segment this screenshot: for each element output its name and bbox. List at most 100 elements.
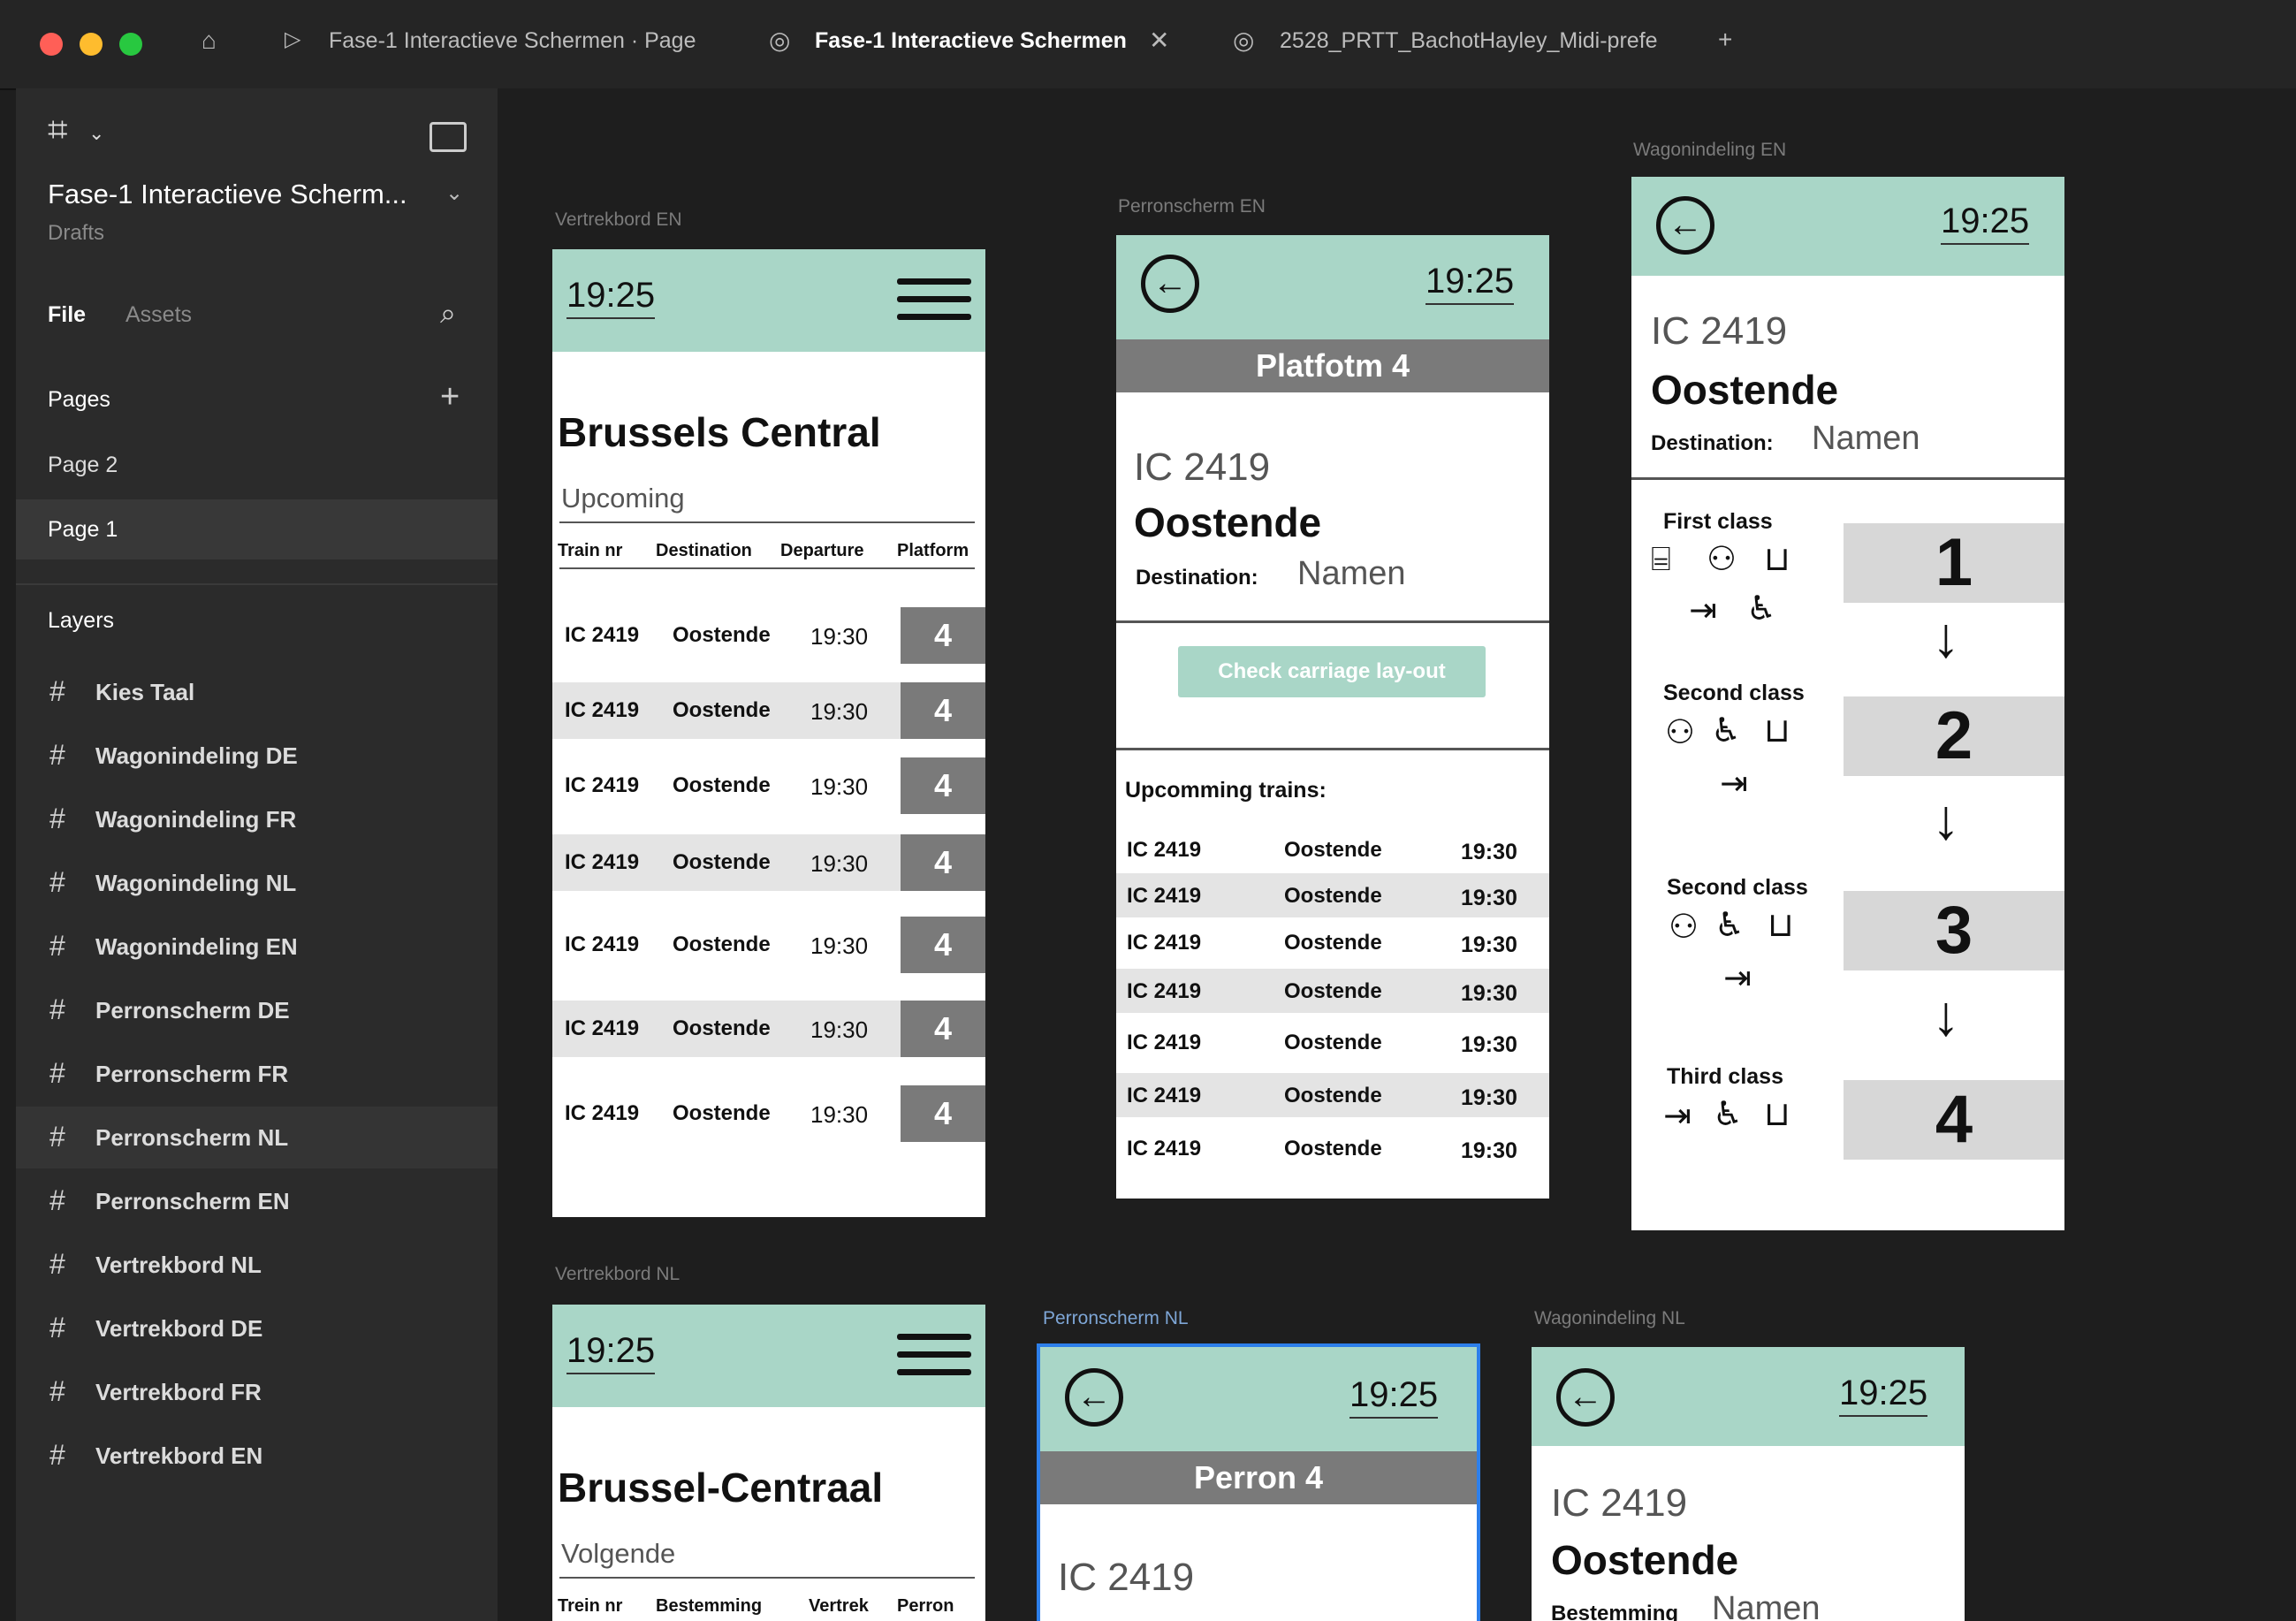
home-icon[interactable]: ⌂ (201, 27, 217, 55)
frame-label[interactable]: Wagonindeling EN (1633, 140, 1786, 161)
table-row[interactable]: IC 2419 Oostende 19:30 (1116, 1126, 1549, 1170)
frame-wagonindeling-nl[interactable]: ← 19:25 IC 2419 Oostende Bestemming Name… (1532, 1347, 1965, 1621)
train-number: IC 2419 (565, 773, 640, 797)
table-row[interactable]: IC 2419 Oostende 19:30 4 (552, 682, 985, 739)
column-header: Platform (897, 541, 969, 560)
play-icon[interactable]: ▷ (285, 27, 300, 52)
search-icon[interactable]: ⌕ (440, 297, 456, 331)
bed-icon: ⌸ (1651, 541, 1671, 578)
wagon-number: 4 (1844, 1080, 2064, 1160)
tab-other-file[interactable]: 2528_PRTT_BachotHayley_Midi-prefe (1280, 28, 1658, 54)
frame-vertrekbord-nl[interactable]: 19:25 Brussel-Centraal Volgende Trein nr… (552, 1305, 985, 1621)
close-tab-icon[interactable]: ✕ (1149, 26, 1169, 55)
table-row[interactable]: IC 2419 Oostende 19:30 4 (552, 607, 985, 664)
table-row[interactable]: IC 2419 Oostende 19:30 4 (552, 834, 985, 891)
destination: Oostende (673, 1101, 771, 1125)
layer-item-selected[interactable]: # Perronscherm NL (16, 1107, 498, 1168)
exit-door-icon: ⇥ (1689, 592, 1717, 629)
upcoming-heading: Upcomming trains: (1125, 778, 1327, 803)
station-name: Brussels Central (558, 409, 881, 455)
layer-item[interactable]: # Vertrekbord FR (16, 1361, 498, 1423)
frame-label[interactable]: Perronscherm EN (1118, 196, 1266, 217)
file-name[interactable]: Fase-1 Interactieve Scherm... (48, 179, 407, 210)
divider (559, 521, 975, 523)
frame-wagonindeling-en[interactable]: ← 19:25 IC 2419 Oostende Destination: Na… (1631, 177, 2064, 1230)
back-arrow-icon[interactable]: ← (1141, 255, 1199, 313)
train-number: IC 2419 (565, 932, 640, 956)
frame-perronscherm-nl[interactable]: ← 19:25 Perron 4 IC 2419 (1037, 1343, 1480, 1621)
close-window-button[interactable] (40, 33, 63, 56)
back-arrow-icon[interactable]: ← (1656, 196, 1714, 255)
menu-icon[interactable] (897, 278, 971, 331)
add-tab-icon[interactable]: + (1718, 26, 1732, 54)
layer-item[interactable]: # Wagonindeling DE (16, 725, 498, 787)
frame-vertrekbord-en[interactable]: 19:25 Brussels Central Upcoming Train nr… (552, 249, 985, 1217)
table-row[interactable]: IC 2419 Oostende 19:30 4 (552, 757, 985, 814)
tab-active-file[interactable]: Fase-1 Interactieve Schermen (815, 28, 1127, 54)
minimize-window-button[interactable] (80, 33, 103, 56)
layers-heading: Layers (48, 608, 115, 633)
frame-label[interactable]: Vertrekbord EN (555, 209, 682, 231)
frame-perronscherm-en[interactable]: ← 19:25 Platfotm 4 IC 2419 Oostende Dest… (1116, 235, 1549, 1199)
frame-label[interactable]: Wagonindeling NL (1534, 1308, 1685, 1329)
toilet-icon: ⊔ (1764, 541, 1790, 578)
layer-item[interactable]: # Wagonindeling FR (16, 788, 498, 850)
layer-item[interactable]: # Vertrekbord NL (16, 1234, 498, 1296)
file-menu-chevron-icon[interactable]: ⌄ (445, 180, 463, 206)
table-row[interactable]: IC 2419 Oostende 19:30 4 (552, 1001, 985, 1057)
layer-label: Wagonindeling EN (95, 933, 298, 960)
destination: Oostende (1284, 979, 1382, 1003)
page-item-selected[interactable]: Page 1 (16, 499, 498, 559)
table-row[interactable]: IC 2419 Oostende 19:30 (1116, 969, 1549, 1013)
table-row[interactable]: IC 2419 Oostende 19:30 4 (552, 1085, 985, 1142)
table-row[interactable]: IC 2419 Oostende 19:30 (1116, 1020, 1549, 1064)
train-number: IC 2419 (1134, 445, 1271, 489)
table-row[interactable]: IC 2419 Oostende 19:30 (1116, 920, 1549, 964)
page-item[interactable]: Page 2 (48, 453, 118, 478)
divider (1116, 620, 1549, 623)
frame-header: ← 19:25 (1040, 1347, 1477, 1451)
chevron-down-icon[interactable]: ⌄ (88, 122, 104, 145)
clock: 19:25 (1425, 262, 1515, 305)
check-carriage-button[interactable]: Check carriage lay-out (1178, 646, 1486, 697)
layer-item[interactable]: # Wagonindeling NL (16, 852, 498, 914)
departure-time: 19:30 (1461, 886, 1517, 910)
table-row[interactable]: IC 2419 Oostende 19:30 4 (552, 917, 985, 973)
tab-file[interactable]: File (48, 302, 86, 328)
table-row[interactable]: IC 2419 Oostende 19:30 (1116, 827, 1549, 871)
layer-item[interactable]: # Perronscherm DE (16, 979, 498, 1041)
maximize-window-button[interactable] (119, 33, 142, 56)
divider (16, 583, 498, 585)
frame-label[interactable]: Vertrekbord NL (555, 1264, 680, 1285)
layer-label: Perronscherm DE (95, 997, 290, 1024)
tab-assets[interactable]: Assets (125, 302, 192, 328)
frame-icon: # (49, 739, 65, 771)
layer-item[interactable]: # Vertrekbord EN (16, 1425, 498, 1487)
platform-badge: 4 (901, 834, 985, 891)
destination-value: Namen (1812, 420, 1920, 457)
departure-time: 19:30 (810, 623, 869, 650)
figma-menu-icon[interactable]: ⌗ (48, 110, 68, 150)
tab-page[interactable]: Fase-1 Interactieve Schermen · Page (329, 28, 696, 54)
back-arrow-icon[interactable]: ← (1556, 1368, 1615, 1427)
toggle-panel-icon[interactable] (430, 122, 467, 152)
menu-icon[interactable] (897, 1334, 971, 1387)
table-row[interactable]: IC 2419 Oostende 19:30 (1116, 1073, 1549, 1117)
design-canvas[interactable]: Vertrekbord EN 19:25 Brussels Central Up… (498, 88, 2296, 1621)
layer-item[interactable]: # Perronscherm FR (16, 1043, 498, 1105)
table-row[interactable]: IC 2419 Oostende 19:30 (1116, 873, 1549, 917)
exit-door-icon: ⇥ (1723, 960, 1752, 997)
destination: Oostende (1284, 1031, 1382, 1054)
layer-item[interactable]: # Vertrekbord DE (16, 1298, 498, 1359)
layer-item[interactable]: # Perronscherm EN (16, 1170, 498, 1232)
train-number: IC 2419 (1127, 884, 1202, 908)
platform-badge: 4 (901, 917, 985, 973)
layer-item[interactable]: # Kies Taal (16, 661, 498, 723)
frame-icon: # (49, 866, 65, 898)
departure-time: 19:30 (1461, 840, 1517, 864)
frame-label-selected[interactable]: Perronscherm NL (1043, 1308, 1189, 1329)
layer-item[interactable]: # Wagonindeling EN (16, 916, 498, 978)
back-arrow-icon[interactable]: ← (1065, 1368, 1123, 1427)
frame-icon: # (49, 930, 65, 962)
add-page-icon[interactable]: + (440, 378, 460, 416)
